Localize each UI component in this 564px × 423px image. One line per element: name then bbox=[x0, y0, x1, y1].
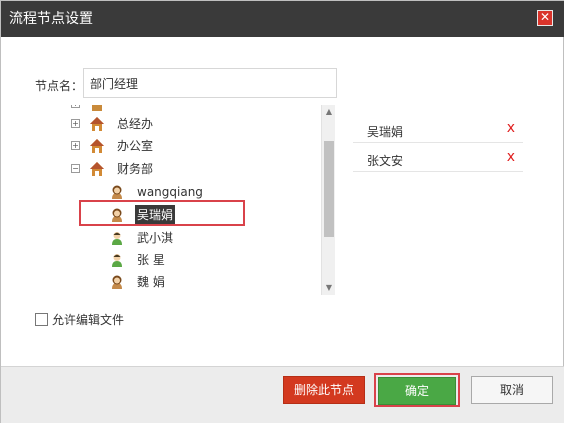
remove-user-icon[interactable]: x bbox=[507, 120, 515, 136]
selected-user-name: 吴瑞娟 bbox=[367, 125, 404, 139]
tree-member[interactable]: 魏 娟 bbox=[61, 272, 301, 292]
cancel-button[interactable]: 取消 bbox=[471, 376, 553, 404]
male-user-icon bbox=[112, 232, 122, 245]
tree-member[interactable]: 张 星 bbox=[61, 250, 301, 270]
tree-member-label: 张 星 bbox=[137, 253, 165, 267]
selected-user-name: 张文安 bbox=[367, 154, 404, 168]
delete-node-button[interactable]: 删除此节点 bbox=[283, 376, 365, 404]
allow-edit-label: 允许编辑文件 bbox=[52, 312, 125, 327]
tree-member-label: 吴瑞娟 bbox=[135, 205, 176, 225]
ok-button[interactable]: 确定 bbox=[378, 377, 456, 405]
house-icon bbox=[90, 162, 104, 176]
scroll-thumb[interactable] bbox=[324, 141, 334, 237]
tree-member[interactable]: 武小淇 bbox=[61, 228, 301, 248]
tree-item-dept[interactable]: + 总经办 bbox=[61, 114, 301, 134]
selected-user-row: 张文安 x bbox=[353, 144, 523, 172]
female-user-icon bbox=[112, 185, 122, 199]
close-icon: ✕ bbox=[539, 10, 551, 24]
allow-edit-checkbox[interactable] bbox=[35, 312, 48, 326]
dialog-title: 流程节点设置 bbox=[9, 11, 93, 27]
node-name-label: 节点名： bbox=[35, 79, 84, 93]
expander-icon[interactable]: + bbox=[71, 105, 80, 108]
tree-item-label: 总经办 bbox=[117, 117, 154, 131]
tree-item-partial[interactable]: + bbox=[61, 105, 301, 114]
scroll-down-icon[interactable]: ▼ bbox=[322, 281, 336, 295]
dialog-footer: 删除此节点 确定 取消 bbox=[1, 366, 564, 423]
female-user-icon bbox=[112, 275, 122, 289]
process-node-settings-dialog: 流程节点设置 ✕ 节点名： + + 总经办 + bbox=[0, 0, 564, 423]
collapse-icon[interactable]: − bbox=[71, 164, 80, 173]
allow-edit-option[interactable]: 允许编辑文件 bbox=[35, 311, 124, 327]
org-tree: + + 总经办 + 办公室 − bbox=[61, 105, 337, 295]
tree-member[interactable]: wangqiang bbox=[61, 182, 301, 202]
house-icon bbox=[90, 139, 104, 153]
tree-member-label: 魏 娟 bbox=[137, 275, 165, 289]
remove-user-icon[interactable]: x bbox=[507, 149, 515, 165]
house-icon bbox=[90, 117, 104, 131]
expand-icon[interactable]: + bbox=[71, 141, 80, 150]
selected-user-row: 吴瑞娟 x bbox=[353, 115, 523, 143]
dialog-titlebar: 流程节点设置 ✕ bbox=[1, 1, 564, 37]
male-user-icon bbox=[112, 254, 122, 267]
tree-item-label: 办公室 bbox=[117, 139, 154, 153]
scroll-up-icon[interactable]: ▲ bbox=[322, 105, 336, 119]
tree-item-dept[interactable]: − 财务部 bbox=[61, 159, 301, 179]
tree-item-label: 财务部 bbox=[117, 162, 154, 176]
node-name-input[interactable] bbox=[83, 68, 337, 98]
tree-member-selected[interactable]: 吴瑞娟 bbox=[61, 205, 301, 225]
tree-item-dept[interactable]: + 办公室 bbox=[61, 136, 301, 156]
house-icon bbox=[92, 105, 102, 111]
ok-highlight-box: 确定 bbox=[374, 373, 460, 407]
tree-member-label: wangqiang bbox=[137, 185, 203, 199]
tree-scrollbar[interactable]: ▲ ▼ bbox=[321, 105, 335, 295]
tree-member-label: 武小淇 bbox=[137, 231, 174, 245]
selected-users-list: 吴瑞娟 x 张文安 x bbox=[353, 105, 529, 295]
close-button[interactable]: ✕ bbox=[537, 10, 553, 26]
expand-icon[interactable]: + bbox=[71, 119, 80, 128]
female-user-icon bbox=[112, 208, 122, 222]
